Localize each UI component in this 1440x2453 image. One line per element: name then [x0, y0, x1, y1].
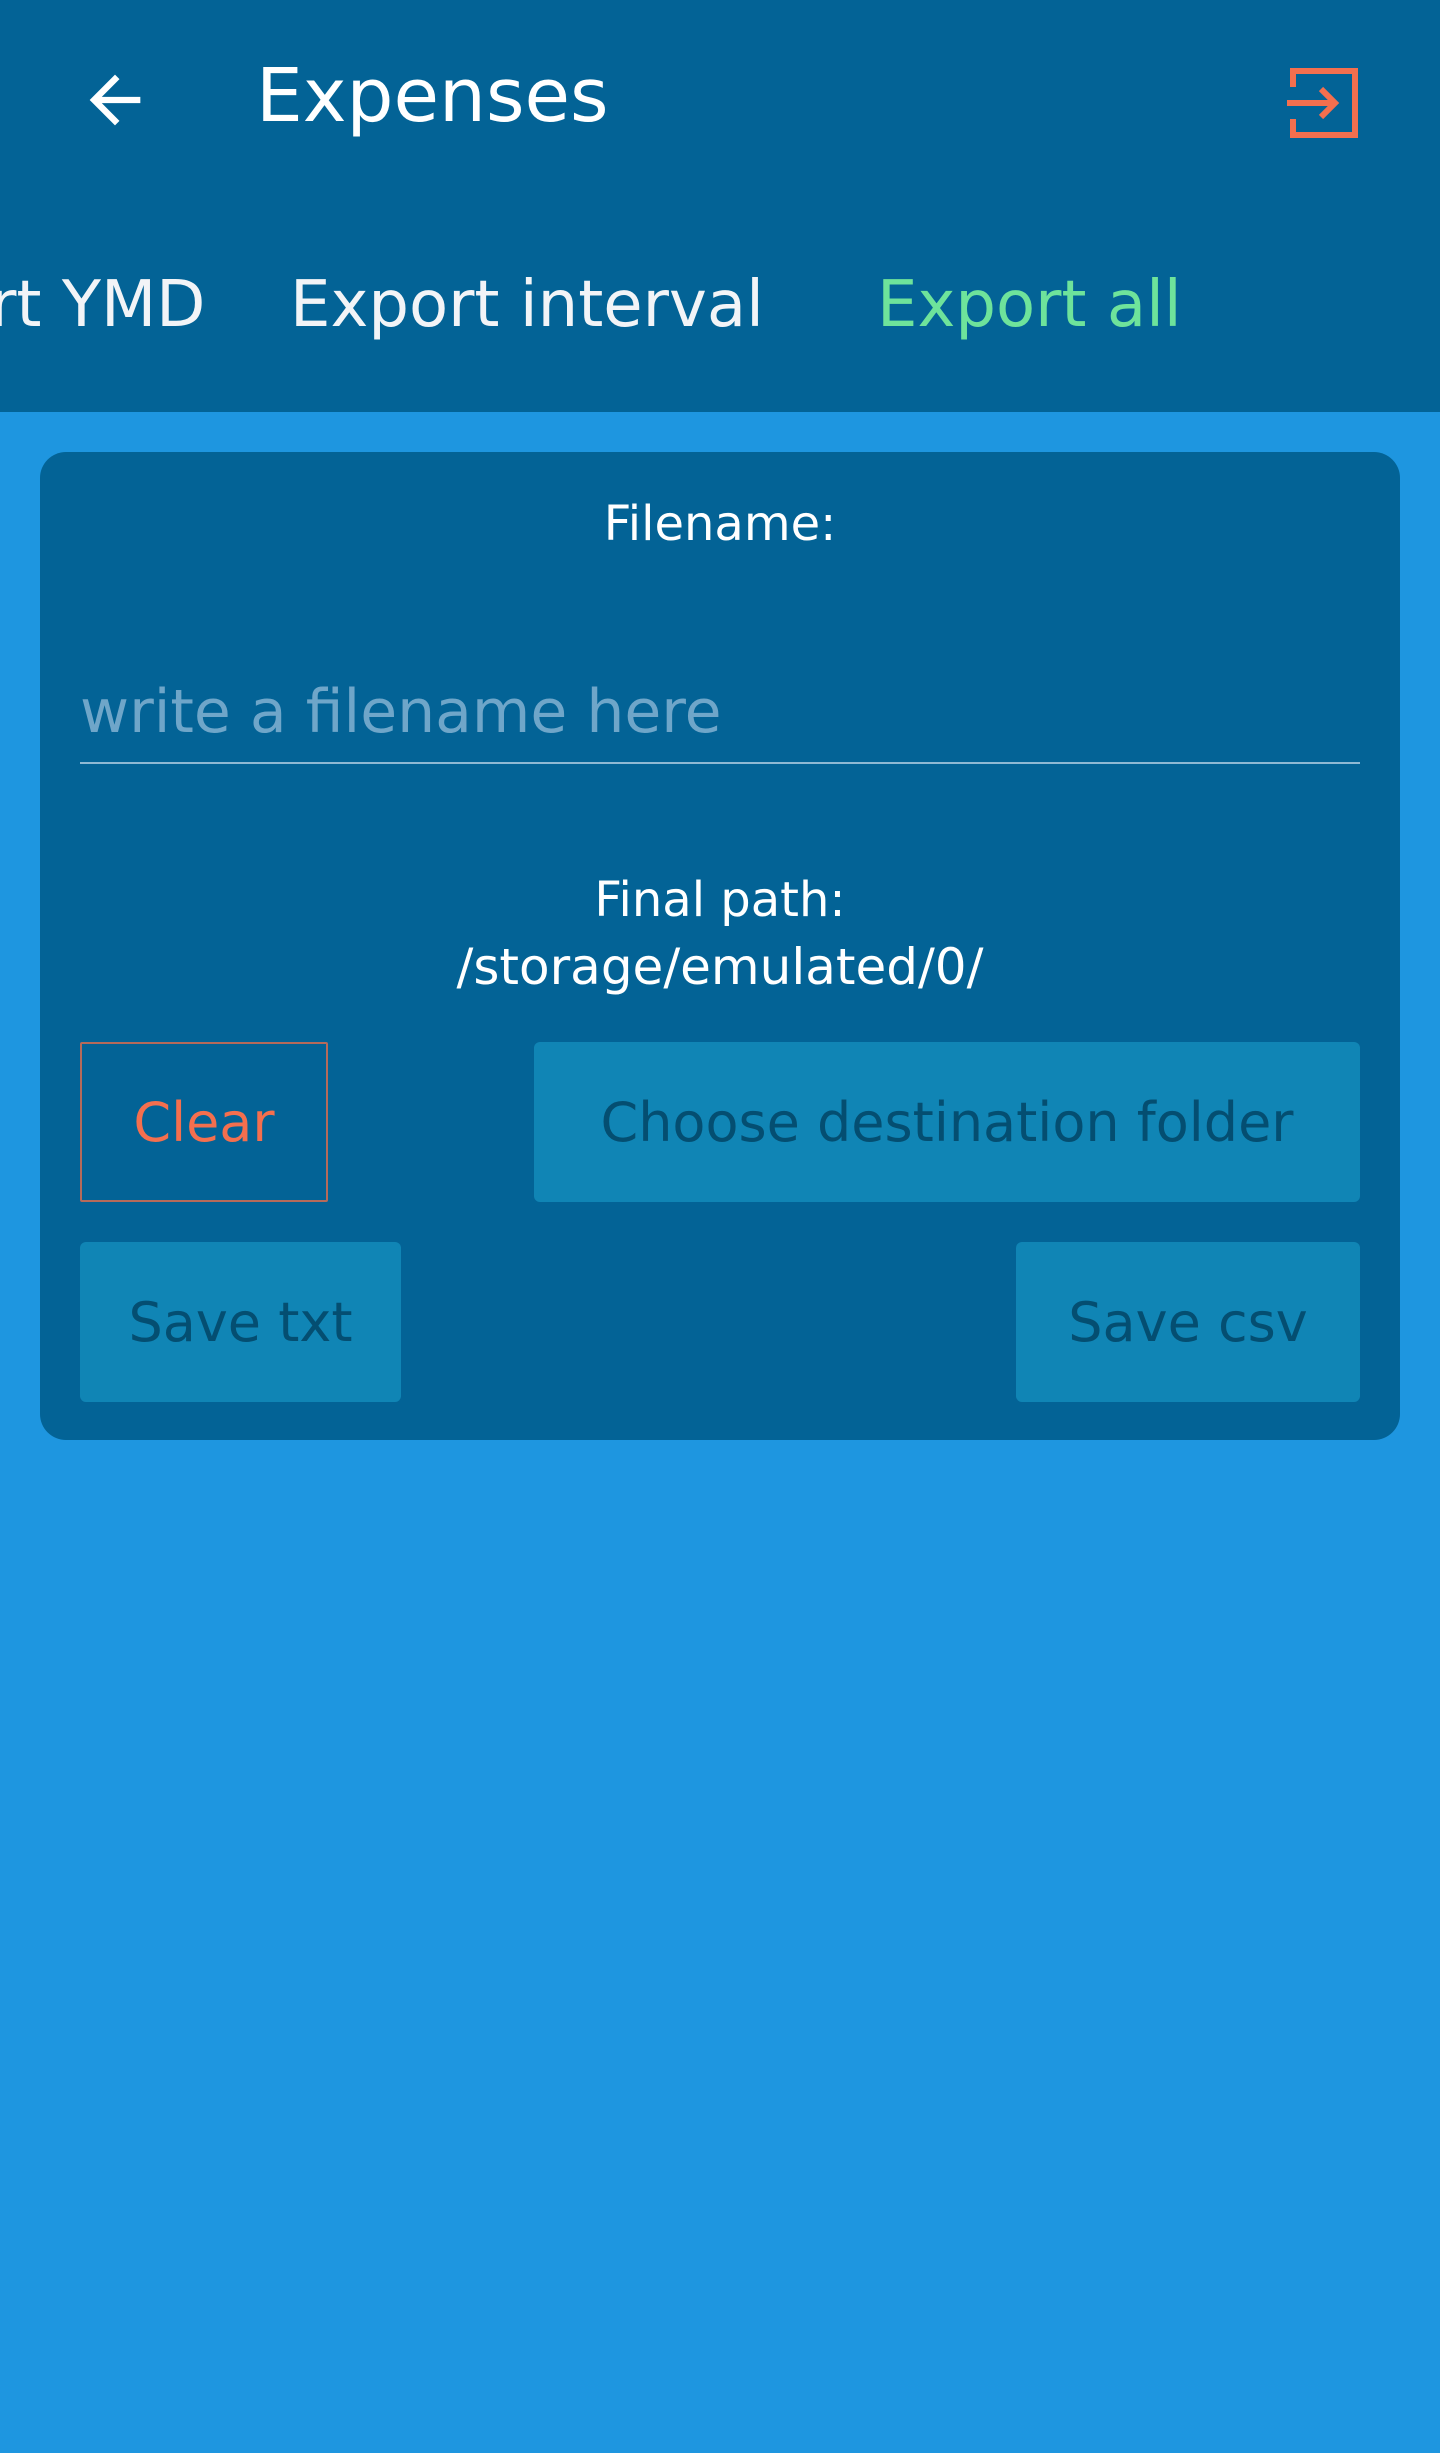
- choose-folder-button[interactable]: Choose destination folder: [534, 1042, 1360, 1202]
- final-path-value: /storage/emulated/0/: [456, 938, 984, 996]
- filename-input[interactable]: [80, 662, 1360, 764]
- tab-bar: Export YMD Export interval Export all: [0, 200, 1440, 412]
- save-csv-button[interactable]: Save csv: [1016, 1242, 1360, 1402]
- filename-label: Filename:: [603, 496, 837, 552]
- login-arrow-icon: [1287, 68, 1358, 138]
- export-button[interactable]: [1275, 55, 1371, 151]
- tab-export-all[interactable]: Export all: [877, 268, 1182, 342]
- export-card: Filename: Final path: /storage/emulated/…: [40, 452, 1400, 1440]
- tab-export-interval[interactable]: Export interval: [290, 268, 764, 342]
- page-title: Expenses: [256, 53, 609, 139]
- app-bar: Expenses: [0, 0, 1440, 200]
- tab-export-ymd[interactable]: Export YMD: [0, 268, 205, 342]
- final-path-label: Final path:: [594, 872, 846, 928]
- arrow-left-icon: [89, 74, 141, 126]
- clear-button[interactable]: Clear: [80, 1042, 328, 1202]
- back-button[interactable]: [70, 55, 160, 145]
- save-txt-button[interactable]: Save txt: [80, 1242, 401, 1402]
